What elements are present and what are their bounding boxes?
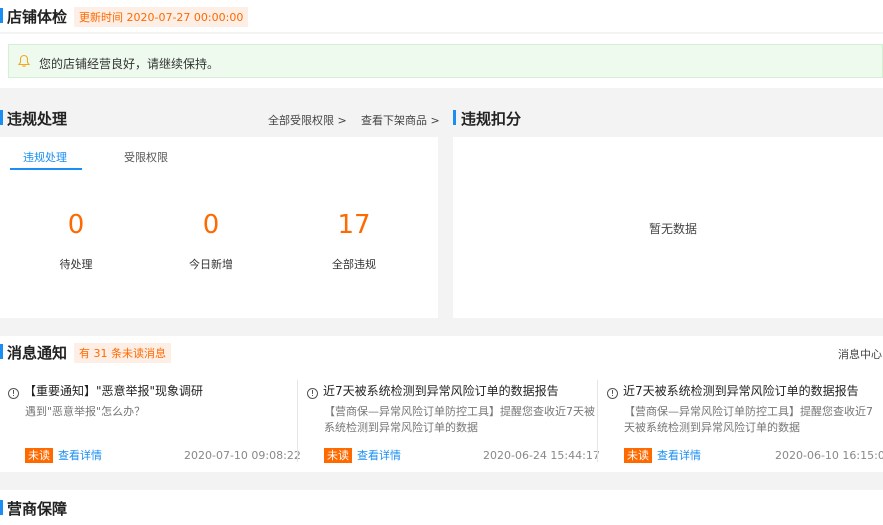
section-bar	[0, 500, 3, 515]
message-title[interactable]: ! 近7天被系统检测到异常风险订单的数据报告	[307, 382, 559, 399]
stat-today-value[interactable]: 0	[166, 210, 256, 240]
unread-badge: 未读	[624, 448, 652, 463]
violation-tabs: 违规处理 受限权限	[0, 137, 438, 170]
view-detail-link[interactable]: 查看详情	[58, 448, 102, 463]
divider	[297, 380, 298, 462]
update-time-badge: 更新时间 2020-07-27 00:00:00	[74, 7, 249, 27]
info-circle-icon: !	[607, 388, 618, 399]
restricted-permissions-link[interactable]: 全部受限权限 >	[268, 112, 347, 128]
notice-text: 您的店铺经营良好，请继续保持。	[39, 57, 220, 71]
health-notice: 您的店铺经营良好，请继续保持。	[8, 44, 883, 78]
violation-title: 违规处理	[7, 110, 68, 128]
section-bar	[0, 344, 3, 359]
view-detail-link[interactable]: 查看详情	[657, 448, 701, 463]
tab-restricted-permissions[interactable]: 受限权限	[124, 149, 168, 165]
section-bar	[0, 110, 3, 125]
message-time: 2020-06-10 16:15:05	[775, 449, 883, 462]
guarantee-header	[0, 490, 883, 525]
message-title[interactable]: ! 近7天被系统检测到异常风险订单的数据报告	[607, 382, 859, 399]
unread-count-badge: 有 31 条未读消息	[74, 343, 171, 363]
stat-total-value[interactable]: 17	[309, 210, 399, 240]
message-item[interactable]: ! 近7天被系统检测到异常风险订单的数据报告 【营商保—异常风险订单防控工具】提醒…	[307, 368, 600, 468]
removed-products-link[interactable]: 查看下架商品 >	[361, 112, 440, 128]
unread-badge: 未读	[25, 448, 53, 463]
message-item[interactable]: ! 【重要通知】"恶意举报"现象调研 遇到"恶意举报"怎么办？ 未读 查看详情 2…	[8, 368, 301, 468]
stat-today-label: 今日新增	[189, 258, 233, 271]
section-bar	[0, 8, 3, 23]
section-bar	[453, 110, 456, 125]
info-circle-icon: !	[307, 388, 318, 399]
deduction-title: 违规扣分	[461, 110, 522, 128]
message-time: 2020-06-24 15:44:17	[483, 449, 600, 462]
bell-icon	[17, 54, 31, 67]
divider	[597, 380, 598, 462]
message-body: 【营商保—异常风险订单防控工具】提醒您查收近7天被系统检测到异常风险订单的数据	[624, 405, 873, 434]
info-circle-icon: !	[8, 388, 19, 399]
stat-pending-label: 待处理	[59, 258, 93, 271]
tab-violation-handling[interactable]: 违规处理	[23, 149, 67, 165]
active-tab-underline	[10, 168, 82, 170]
shop-check-title: 店铺体检	[7, 8, 68, 26]
message-center-link[interactable]: 消息中心	[838, 346, 882, 362]
message-body: 【营商保—异常风险订单防控工具】提醒您查收近7天被系统检测到异常风险订单的数据	[324, 405, 595, 434]
unread-badge: 未读	[324, 448, 352, 463]
view-detail-link[interactable]: 查看详情	[357, 448, 401, 463]
message-title[interactable]: ! 【重要通知】"恶意举报"现象调研	[8, 382, 203, 399]
stat-pending-value[interactable]: 0	[31, 210, 121, 240]
message-item[interactable]: ! 近7天被系统检测到异常风险订单的数据报告 【营商保—异常风险订单防控工具】提醒…	[607, 368, 883, 468]
stat-total-label: 全部违规	[332, 258, 376, 271]
message-body: 遇到"恶意举报"怎么办？	[25, 405, 146, 418]
guarantee-title: 营商保障	[7, 500, 68, 518]
no-data-text: 暂无数据	[649, 222, 698, 236]
message-time: 2020-07-10 09:08:22	[184, 449, 301, 462]
messages-title: 消息通知	[7, 344, 68, 362]
